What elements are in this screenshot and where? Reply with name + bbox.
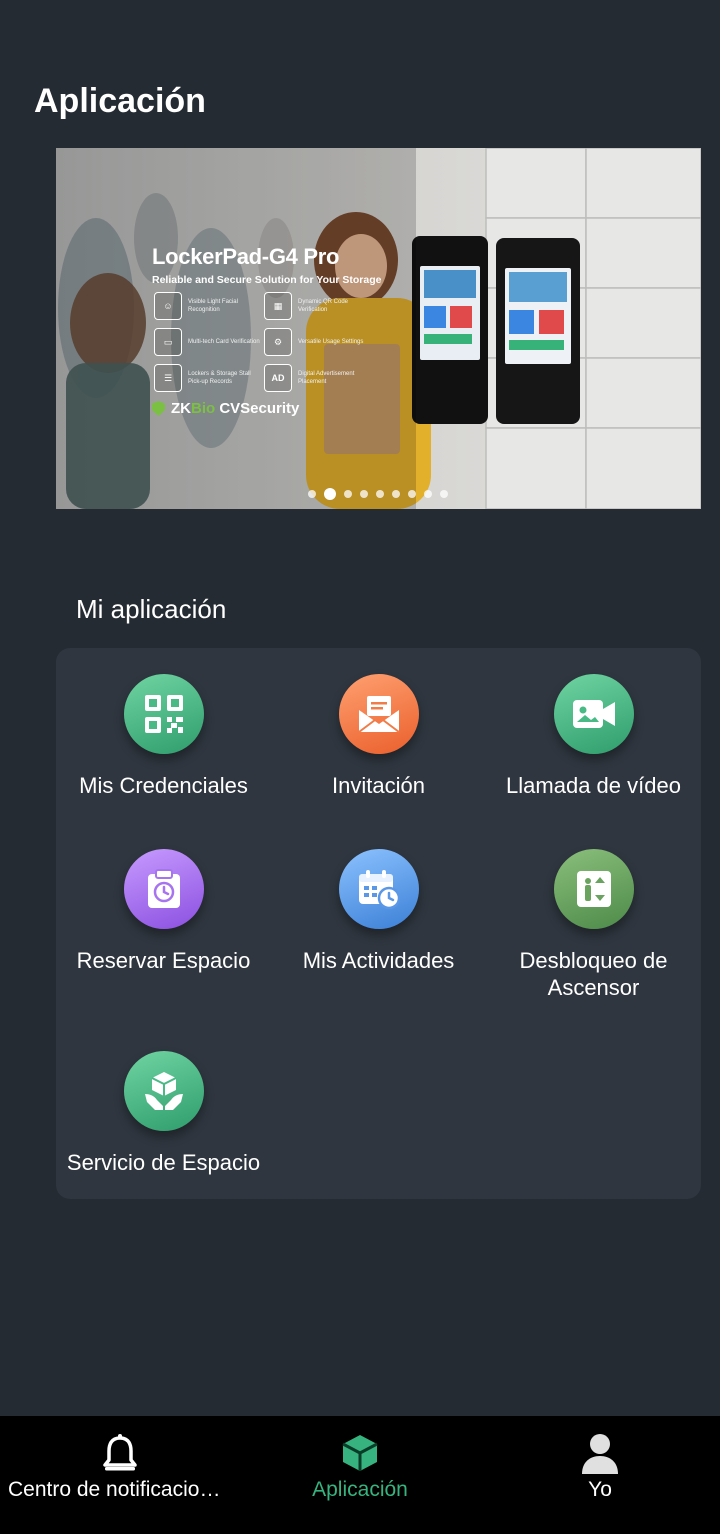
- banner-feature-grid: ☺ Visible Light Facial Recognition ▦ Dyn…: [154, 292, 374, 392]
- app-screen: Aplicación LockerPad-G4 Pro Reliable and…: [0, 0, 720, 1534]
- card-icon: ▭: [154, 328, 182, 356]
- app-label: Mis Actividades: [302, 948, 455, 973]
- banner-feature: AD Digital Advertisement Placement: [264, 364, 374, 392]
- section-title: Mi aplicación: [76, 594, 227, 624]
- elevator-icon: [553, 849, 634, 929]
- brand-mid: Bio: [191, 400, 216, 417]
- nav-item-aplicacion[interactable]: Aplicación: [240, 1416, 480, 1534]
- feature-text: Versatile Usage Settings: [298, 339, 364, 345]
- banner-text: LockerPad-G4 Pro Reliable and Secure Sol…: [152, 244, 382, 286]
- nav-item-yo[interactable]: Yo: [480, 1416, 720, 1534]
- app-label: Reservar Espacio: [76, 948, 251, 973]
- carousel-dot-active[interactable]: [324, 488, 336, 500]
- apps-card: Mis Credenciales Invitación Llamada de v…: [56, 648, 701, 1199]
- bottom-nav: Centro de notificaciones Aplicación Yo: [0, 1416, 720, 1534]
- feature-text: Multi-tech Card Verification: [188, 339, 260, 345]
- app-invitacion[interactable]: Invitación: [271, 674, 486, 799]
- cube-icon: [337, 1430, 383, 1476]
- app-label: Invitación: [332, 773, 425, 798]
- app-llamada-de-video[interactable]: Llamada de vídeo: [486, 674, 701, 799]
- carousel-dot[interactable]: [424, 490, 432, 498]
- carousel-dots: [308, 488, 448, 500]
- banner-feature: ▭ Multi-tech Card Verification: [154, 328, 264, 356]
- app-label: Desbloqueo de Ascensor: [519, 948, 668, 1000]
- nav-label: Centro de notificaciones: [8, 1478, 232, 1501]
- brand-logo: ZKBio CVSecurity: [152, 400, 299, 417]
- shield-icon: [152, 401, 165, 416]
- ad-icon: AD: [264, 364, 292, 392]
- banner-feature: ☰ Lockers & Storage Stall Pick-up Record…: [154, 364, 264, 392]
- carousel-dot[interactable]: [408, 490, 416, 498]
- app-reservar-espacio[interactable]: Reservar Espacio: [56, 849, 271, 974]
- banner-feature: ▦ Dynamic QR Code Verification: [264, 292, 374, 320]
- user-settings-icon: ⚙: [264, 328, 292, 356]
- storage-icon: ☰: [154, 364, 182, 392]
- bell-icon: [97, 1430, 143, 1476]
- nav-label: Yo: [588, 1478, 612, 1501]
- app-mis-actividades[interactable]: Mis Actividades: [271, 849, 486, 974]
- promo-banner[interactable]: LockerPad-G4 Pro Reliable and Secure Sol…: [56, 148, 701, 509]
- nav-label: Aplicación: [312, 1478, 408, 1501]
- qr-code-icon: [123, 674, 204, 754]
- banner-feature: ⚙ Versatile Usage Settings: [264, 328, 374, 356]
- feature-text: Dynamic QR Code Verification: [298, 299, 349, 313]
- page-title: Aplicación: [34, 82, 206, 120]
- clipboard-clock-icon: [123, 849, 204, 929]
- app-label: Llamada de vídeo: [506, 773, 681, 798]
- banner-subtitle: Reliable and Secure Solution for Your St…: [152, 274, 382, 286]
- nav-item-notificaciones[interactable]: Centro de notificaciones: [0, 1416, 240, 1534]
- calendar-clock-icon: [338, 849, 419, 929]
- brand-suffix: CVSecurity: [215, 400, 300, 417]
- banner-photo: [56, 148, 701, 509]
- person-icon: [577, 1430, 623, 1476]
- app-desbloqueo-de-ascensor[interactable]: Desbloqueo de Ascensor: [486, 849, 701, 1001]
- brand-prefix: ZK: [171, 400, 191, 417]
- carousel-dot[interactable]: [344, 490, 352, 498]
- banner-feature: ☺ Visible Light Facial Recognition: [154, 292, 264, 320]
- app-label: Servicio de Espacio: [66, 1150, 261, 1175]
- app-label: Mis Credenciales: [79, 773, 248, 798]
- app-servicio-de-espacio[interactable]: Servicio de Espacio: [56, 1051, 271, 1176]
- hand-box-icon: [123, 1051, 204, 1131]
- carousel-dot[interactable]: [376, 490, 384, 498]
- carousel-dot[interactable]: [360, 490, 368, 498]
- feature-text: Digital Advertisement Placement: [298, 371, 355, 385]
- video-call-icon: [553, 674, 634, 754]
- face-scan-icon: ☺: [154, 292, 182, 320]
- app-mis-credenciales[interactable]: Mis Credenciales: [56, 674, 271, 799]
- carousel-dot[interactable]: [392, 490, 400, 498]
- carousel-dot[interactable]: [308, 490, 316, 498]
- qr-code-icon: ▦: [264, 292, 292, 320]
- carousel-dot[interactable]: [440, 490, 448, 498]
- envelope-icon: [338, 674, 419, 754]
- feature-text: Visible Light Facial Recognition: [188, 299, 238, 313]
- feature-text: Lockers & Storage Stall Pick-up Records: [188, 371, 251, 385]
- banner-title: LockerPad-G4 Pro: [152, 244, 340, 269]
